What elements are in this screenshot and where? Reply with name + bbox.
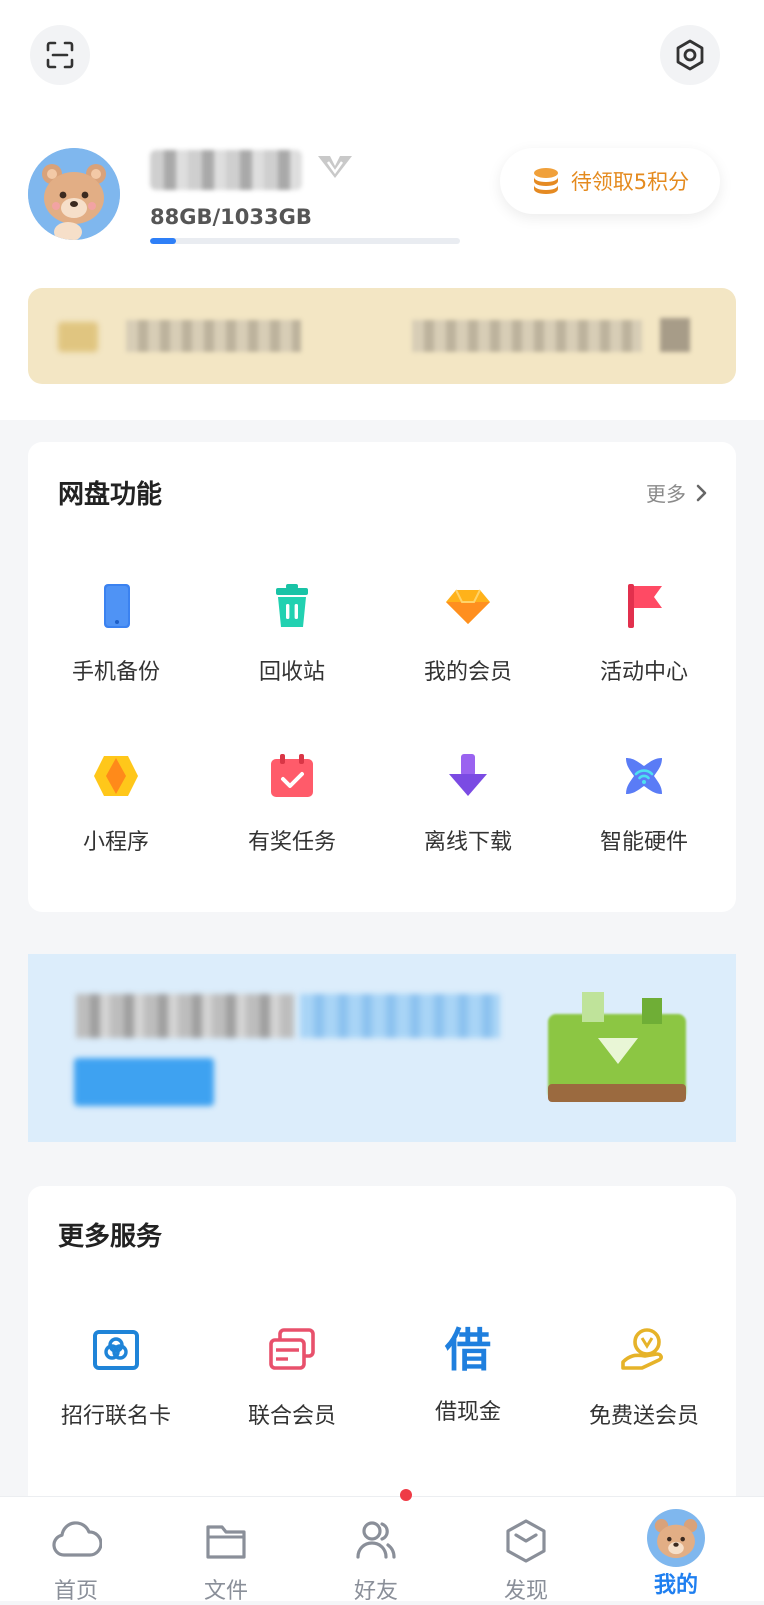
service-label: 联合会员 xyxy=(247,1404,336,1429)
ad-cta-button-blurred[interactable] xyxy=(74,1058,214,1106)
free-vip-icon xyxy=(621,1328,663,1370)
vip-chevron-icon[interactable] xyxy=(316,152,354,182)
feature-label: 手机备份 xyxy=(71,660,160,685)
features-more-link[interactable]: 更多 xyxy=(646,478,708,507)
tab-label: 首页 xyxy=(53,1579,98,1604)
feature-activity-center[interactable]: 活动中心 xyxy=(556,582,732,686)
ad-text-blurred xyxy=(76,994,294,1038)
service-label: 免费送会员 xyxy=(588,1404,699,1429)
feature-label: 回收站 xyxy=(258,660,325,685)
service-label: 招行联名卡 xyxy=(60,1404,171,1429)
storage-progress-fill xyxy=(150,238,177,244)
promo-ad-banner[interactable] xyxy=(28,954,736,1142)
feature-phone-backup[interactable]: 手机备份 xyxy=(28,582,204,686)
feature-label: 智能硬件 xyxy=(599,830,688,855)
scan-button[interactable] xyxy=(30,25,90,85)
vip-banner-text-blurred-2 xyxy=(412,320,642,352)
cloud-icon xyxy=(52,1521,103,1557)
feature-mini-program[interactable]: 小程序 xyxy=(28,752,204,856)
flag-icon xyxy=(628,584,662,628)
diamond-icon xyxy=(446,589,490,624)
member-cards-icon xyxy=(269,1328,315,1370)
claim-points-label: 待领取5积分 xyxy=(570,170,690,194)
folder-icon xyxy=(206,1525,246,1559)
friends-icon xyxy=(356,1521,396,1559)
features-card: 网盘功能 更多 手机备份 回收站 我的会员 活动中心 小程序 有奖任务 离线下载… xyxy=(28,442,736,912)
bear-avatar-icon xyxy=(28,148,120,240)
service-joint-member[interactable]: 联合会员 xyxy=(204,1326,380,1430)
feature-my-vip[interactable]: 我的会员 xyxy=(380,582,556,686)
profile-header: 88GB/1033GB 待领取5积分 xyxy=(0,0,764,420)
avatar[interactable] xyxy=(28,148,120,240)
vip-banner-text-blurred xyxy=(126,320,301,352)
download-arrow-icon xyxy=(449,754,487,796)
tab-discover[interactable]: 发现 xyxy=(466,1497,586,1605)
bank-card-icon xyxy=(93,1330,139,1370)
username-blurred xyxy=(150,150,302,190)
wifi-device-icon xyxy=(626,758,662,794)
phone-backup-icon xyxy=(104,584,130,628)
service-borrow-cash[interactable]: 借 借现金 xyxy=(380,1326,556,1426)
feature-label: 活动中心 xyxy=(599,660,688,685)
feature-label: 离线下载 xyxy=(423,830,512,855)
vip-promo-banner[interactable] xyxy=(28,288,736,384)
tab-files[interactable]: 文件 xyxy=(166,1497,286,1605)
feature-offline-download[interactable]: 离线下载 xyxy=(380,752,556,856)
tab-mine[interactable]: 我的 xyxy=(616,1497,736,1599)
features-title: 网盘功能 xyxy=(58,480,163,510)
bottom-tab-bar: 首页 文件 好友 发现 我的 xyxy=(0,1489,764,1604)
ad-highlight-text-blurred xyxy=(300,994,500,1038)
tab-home[interactable]: 首页 xyxy=(16,1497,136,1605)
storage-usage-text: 88GB/1033GB xyxy=(150,205,312,229)
scan-icon xyxy=(46,41,74,69)
calendar-task-icon xyxy=(271,754,313,797)
services-card: 更多服务 招行联名卡 联合会员 借 借现金 免费送会员 xyxy=(28,1186,736,1516)
storage-progress-bar xyxy=(150,238,460,244)
vip-banner-arrow-blurred xyxy=(660,318,690,352)
cube-icon xyxy=(506,1519,546,1563)
claim-points-button[interactable]: 待领取5积分 xyxy=(500,148,720,214)
coin-stack-icon xyxy=(533,168,558,194)
services-title: 更多服务 xyxy=(58,1222,163,1252)
tab-label: 发现 xyxy=(503,1579,548,1604)
feature-recycle-bin[interactable]: 回收站 xyxy=(204,582,380,686)
chevron-right-icon xyxy=(696,484,707,501)
service-bank-card[interactable]: 招行联名卡 xyxy=(28,1326,204,1430)
tab-friends[interactable]: 好友 xyxy=(316,1497,436,1605)
settings-icon xyxy=(676,39,704,71)
recycle-bin-icon xyxy=(276,584,308,627)
tab-label: 好友 xyxy=(353,1579,398,1604)
feature-label: 有奖任务 xyxy=(247,830,336,855)
service-label: 借现金 xyxy=(434,1400,501,1425)
tab-label: 我的 xyxy=(653,1573,698,1598)
borrow-icon: 借 xyxy=(445,1323,491,1377)
service-free-vip[interactable]: 免费送会员 xyxy=(556,1326,732,1430)
feature-label: 小程序 xyxy=(82,830,149,855)
vip-banner-icon-blurred xyxy=(58,322,98,352)
ad-illustration-image xyxy=(548,992,686,1102)
avatar-icon xyxy=(647,1509,705,1567)
feature-reward-tasks[interactable]: 有奖任务 xyxy=(204,752,380,856)
tab-label: 文件 xyxy=(203,1579,248,1604)
more-label: 更多 xyxy=(646,482,686,506)
mini-program-icon xyxy=(94,756,138,796)
feature-smart-hardware[interactable]: 智能硬件 xyxy=(556,752,732,856)
settings-button[interactable] xyxy=(660,25,720,85)
feature-label: 我的会员 xyxy=(423,660,512,685)
friends-notification-badge xyxy=(400,1489,412,1501)
